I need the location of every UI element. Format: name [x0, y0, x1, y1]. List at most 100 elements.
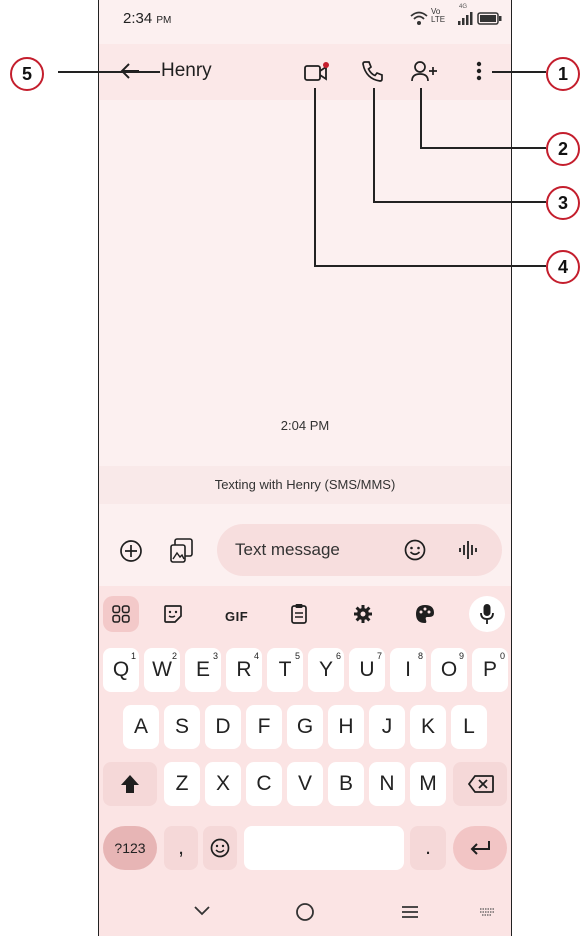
- status-time: 2:34 PM: [123, 10, 171, 27]
- backspace-key[interactable]: [453, 762, 507, 806]
- key-v[interactable]: V: [287, 762, 323, 806]
- nav-back-icon[interactable]: [193, 904, 211, 916]
- spacebar[interactable]: [244, 826, 404, 870]
- composer-row: Text message: [99, 518, 511, 580]
- key-label: Q: [112, 658, 130, 681]
- key-o[interactable]: O9: [431, 648, 467, 692]
- phone-screen: 2:34 PM Vo LTE 4G Henry 2:04 PM Texting …: [98, 0, 512, 936]
- nav-home-icon[interactable]: [295, 902, 315, 922]
- shift-icon: [121, 775, 139, 793]
- apps-grid-icon: [112, 605, 130, 623]
- key-q[interactable]: Q1: [103, 648, 139, 692]
- voice-input-button[interactable]: [469, 596, 505, 632]
- key-hint: 2: [171, 651, 177, 661]
- phone-call-icon[interactable]: [361, 60, 383, 82]
- message-timestamp: 2:04 PM: [280, 418, 330, 433]
- key-label: U: [359, 658, 375, 681]
- add-circle-icon[interactable]: [119, 539, 143, 563]
- settings-icon[interactable]: [353, 604, 373, 624]
- key-a[interactable]: A: [123, 705, 159, 749]
- key-hint: 7: [376, 651, 382, 661]
- more-vert-icon[interactable]: [475, 61, 483, 83]
- clipboard-icon[interactable]: [290, 603, 308, 625]
- callout-2-vline: [420, 88, 422, 148]
- callout-3-hline: [373, 201, 546, 203]
- key-i[interactable]: I8: [390, 648, 426, 692]
- key-label: I: [405, 658, 411, 681]
- key-label: O: [440, 658, 458, 681]
- key-label: R: [236, 658, 252, 681]
- nav-recents-icon[interactable]: [401, 905, 419, 919]
- video-call-icon[interactable]: [304, 62, 330, 82]
- signal-icon: [458, 12, 473, 25]
- emoji-key[interactable]: [203, 826, 237, 870]
- text-message-placeholder: Text message: [235, 540, 340, 559]
- key-label: W: [152, 658, 172, 681]
- key-g[interactable]: G: [287, 705, 323, 749]
- contact-name[interactable]: Henry: [161, 60, 212, 82]
- callout-2: 2: [546, 132, 580, 166]
- key-z[interactable]: Z: [164, 762, 200, 806]
- key-l[interactable]: L: [451, 705, 487, 749]
- callout-1: 1: [546, 57, 580, 91]
- sticker-icon[interactable]: [163, 604, 183, 624]
- key-w[interactable]: W2: [144, 648, 180, 692]
- status-time-value: 2:34: [123, 10, 153, 27]
- key-hint: 0: [499, 651, 505, 661]
- key-t[interactable]: T5: [267, 648, 303, 692]
- volte-label: Vo LTE: [431, 8, 455, 24]
- key-label: E: [195, 658, 210, 681]
- key-r[interactable]: R4: [226, 648, 262, 692]
- mic-icon: [480, 604, 494, 624]
- key-hint: 9: [458, 651, 464, 661]
- key-s[interactable]: S: [164, 705, 200, 749]
- network-gen-label: 4G: [459, 4, 468, 10]
- key-m[interactable]: M: [410, 762, 446, 806]
- keyboard: GIF Q1 W2 E3 R4 T5 Y6 U7 I8 O9 P 0 A S D…: [99, 586, 511, 936]
- keyboard-switch-icon[interactable]: [479, 907, 495, 917]
- text-message-input[interactable]: Text message: [217, 524, 502, 576]
- key-u[interactable]: U7: [349, 648, 385, 692]
- symbols-key[interactable]: ?123: [103, 826, 157, 870]
- key-b[interactable]: B: [328, 762, 364, 806]
- key-h[interactable]: H: [328, 705, 364, 749]
- add-person-icon[interactable]: [411, 60, 441, 82]
- key-label: Y: [318, 658, 333, 681]
- shift-key[interactable]: [103, 762, 157, 806]
- keyboard-apps-button[interactable]: [103, 596, 139, 632]
- period-key[interactable]: .: [410, 826, 446, 870]
- callout-3-vline: [373, 88, 375, 202]
- emoji-key-icon: [210, 838, 230, 858]
- key-hint: 3: [212, 651, 218, 661]
- key-p[interactable]: P0: [472, 648, 508, 692]
- callout-3: 3: [546, 186, 580, 220]
- voice-wave-icon[interactable]: [457, 539, 479, 561]
- key-k[interactable]: K: [410, 705, 446, 749]
- key-x[interactable]: X: [205, 762, 241, 806]
- status-time-ampm: PM: [156, 15, 172, 26]
- emoji-icon[interactable]: [404, 539, 426, 561]
- key-y[interactable]: Y6: [308, 648, 344, 692]
- key-hint: 6: [335, 651, 341, 661]
- backspace-icon: [468, 775, 494, 793]
- key-n[interactable]: N: [369, 762, 405, 806]
- comma-key[interactable]: ,: [164, 826, 198, 870]
- status-bar: 2:34 PM Vo LTE 4G: [99, 0, 511, 36]
- gallery-icon[interactable]: [170, 538, 194, 564]
- key-j[interactable]: J: [369, 705, 405, 749]
- key-f[interactable]: F: [246, 705, 282, 749]
- key-hint: 8: [417, 651, 423, 661]
- enter-key[interactable]: [453, 826, 507, 870]
- callout-4-hline: [314, 265, 546, 267]
- callout-2-hline: [420, 147, 546, 149]
- key-d[interactable]: D: [205, 705, 241, 749]
- callout-1-line: [492, 71, 546, 73]
- key-e[interactable]: E3: [185, 648, 221, 692]
- callout-5-line: [58, 71, 160, 73]
- key-hint: 1: [130, 651, 136, 661]
- key-c[interactable]: C: [246, 762, 282, 806]
- palette-icon[interactable]: [415, 604, 435, 624]
- key-label: T: [278, 658, 292, 681]
- conversation-info-text: Texting with Henry (SMS/MMS): [214, 477, 396, 492]
- gif-button[interactable]: GIF: [225, 609, 248, 624]
